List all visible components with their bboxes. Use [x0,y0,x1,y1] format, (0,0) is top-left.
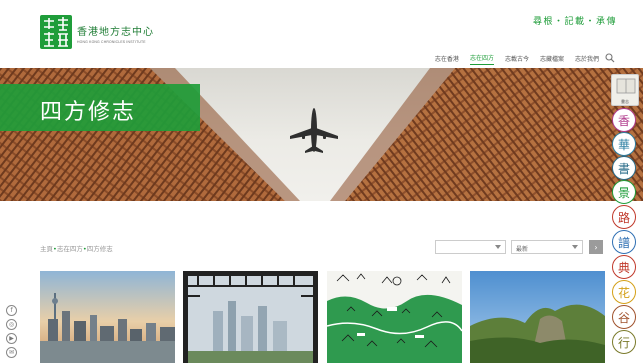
search-icon[interactable] [605,53,615,63]
sort-select[interactable]: 最新 [511,240,583,254]
hero-banner-image: 四方修志 [0,68,643,201]
logo-icon[interactable] [40,15,72,49]
article-card-4[interactable] [470,271,605,363]
chevron-right-icon[interactable]: › [589,240,603,254]
airplane-icon [290,108,338,153]
side-badge-8[interactable]: 花 [612,280,636,304]
main-nav: 志在香港 志在四方 志載古今 志藏檔案 志於我們 [435,53,599,65]
breadcrumb: 主頁•志在四方•四方修志 [40,243,113,253]
nav-item-past-present[interactable]: 志載古今 [505,54,529,65]
breadcrumb-current: 四方修志 [86,245,113,253]
slogan: 尋根・記載・承傳 [532,17,617,27]
side-badge-2[interactable]: 華 [612,132,636,156]
logo-title: 香港地方志中心 [77,27,154,38]
article-card-2[interactable] [183,271,318,363]
facebook-icon[interactable]: f [6,305,17,316]
breadcrumb-section[interactable]: 志在四方 [57,245,83,253]
chevron-down-icon [572,245,578,249]
side-badge-9[interactable]: 谷 [612,305,636,329]
nav-item-archives[interactable]: 志藏檔案 [540,54,564,65]
side-badge-5[interactable]: 路 [612,205,636,229]
nav-item-four-directions[interactable]: 志在四方 [469,53,494,65]
article-card-3[interactable] [327,271,462,363]
side-badge-1[interactable]: 香 [612,108,636,132]
book-icon[interactable]: 書志 [611,74,639,106]
site-header: 香港地方志中心 HONG KONG CHRONICLES INSTITUTE 尋… [0,0,643,68]
side-badge-7[interactable]: 典 [612,255,636,279]
nav-item-hong-kong[interactable]: 志在香港 [435,54,459,65]
category-select[interactable] [435,240,506,254]
logo-subtitle: HONG KONG CHRONICLES INSTITUTE [77,40,146,44]
youtube-icon[interactable]: ▶ [6,333,17,344]
hero-title-banner: 四方修志 [0,84,200,131]
side-badge-10[interactable]: 行 [612,330,636,354]
wechat-icon[interactable]: ✉ [6,347,17,358]
side-nav-strip: 書志 香 華 書 景 路 譜 典 花 谷 行 [609,70,643,363]
side-top-label: 書志 [621,99,629,104]
side-badge-6[interactable]: 譜 [612,230,636,254]
nav-item-about-us[interactable]: 志於我們 [575,54,599,65]
hero-title: 四方修志 [40,100,137,125]
article-card-1[interactable] [40,271,175,363]
side-badge-4[interactable]: 景 [612,180,636,204]
breadcrumb-home[interactable]: 主頁 [40,245,53,253]
logo-text[interactable]: 香港地方志中心 HONG KONG CHRONICLES INSTITUTE [77,23,154,44]
sort-select-value: 最新 [516,246,529,253]
chevron-down-icon [495,245,501,249]
side-badge-3[interactable]: 書 [612,156,636,180]
instagram-icon[interactable]: ◎ [6,319,17,330]
